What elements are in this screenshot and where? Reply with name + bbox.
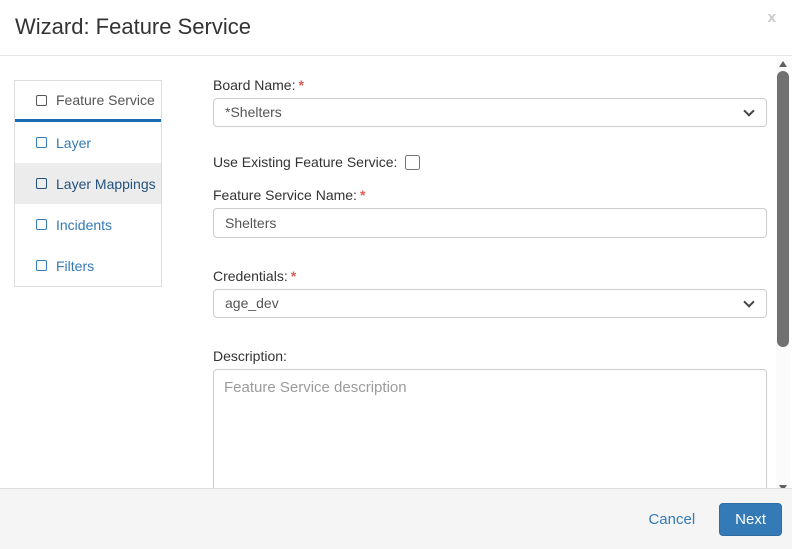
required-asterisk: * <box>298 77 304 93</box>
chevron-down-icon <box>743 296 755 308</box>
tab-label: Feature Service <box>56 92 155 108</box>
feature-service-name-label: Feature Service Name: * <box>213 187 366 203</box>
description-textarea[interactable] <box>213 369 767 488</box>
board-name-label: Board Name: * <box>213 77 304 93</box>
required-asterisk: * <box>359 187 366 203</box>
use-existing-group: Use Existing Feature Service: <box>213 154 767 170</box>
tab-layer-mappings[interactable]: Layer Mappings <box>15 163 161 204</box>
tab-label: Incidents <box>56 216 113 233</box>
dialog-title: Wizard: Feature Service <box>15 14 251 39</box>
board-name-selected-value: *Shelters <box>225 104 282 120</box>
tab-label: Filters <box>56 257 95 274</box>
dialog-footer: Cancel Next <box>0 488 792 549</box>
dialog-body: Feature Service Layer Layer Mappings Inc… <box>0 56 792 488</box>
checkbox-icon <box>36 178 47 189</box>
use-existing-label: Use Existing Feature Service: <box>213 154 398 170</box>
credentials-label: Credentials: * <box>213 268 297 284</box>
feature-service-name-input[interactable] <box>213 208 767 238</box>
description-group: Description: <box>213 348 767 488</box>
wizard-step-tabs: Feature Service Layer Layer Mappings Inc… <box>14 80 162 287</box>
board-name-select[interactable]: *Shelters <box>213 98 767 127</box>
checkbox-icon <box>36 94 47 106</box>
checkbox-icon <box>36 137 47 148</box>
feature-service-name-group: Feature Service Name: * <box>213 187 767 238</box>
tab-label: Layer Mappings <box>56 175 156 192</box>
checkbox-icon <box>36 219 47 230</box>
vertical-scrollbar[interactable] <box>776 58 790 488</box>
chevron-down-icon <box>743 105 755 117</box>
required-asterisk: * <box>290 268 297 284</box>
tab-label: Layer <box>56 134 92 151</box>
scrollbar-thumb[interactable] <box>777 71 789 347</box>
description-label: Description: <box>213 348 287 364</box>
wizard-dialog: Wizard: Feature Service x Feature Servic… <box>0 0 792 549</box>
tab-filters[interactable]: Filters <box>15 245 161 286</box>
scroll-up-icon[interactable] <box>779 61 787 67</box>
credentials-select[interactable]: age_dev <box>213 289 767 318</box>
credentials-group: Credentials: * age_dev <box>213 268 767 318</box>
cancel-button[interactable]: Cancel <box>648 511 695 528</box>
wizard-form: Board Name: * *Shelters Use Existing Feat… <box>213 77 767 488</box>
tab-layer[interactable]: Layer <box>15 122 161 163</box>
checkbox-icon <box>36 260 47 271</box>
close-icon[interactable]: x <box>768 10 776 25</box>
credentials-selected-value: age_dev <box>225 295 279 311</box>
tab-feature-service[interactable]: Feature Service <box>15 81 161 122</box>
next-button[interactable]: Next <box>719 502 782 536</box>
board-name-group: Board Name: * *Shelters <box>213 77 767 127</box>
use-existing-checkbox[interactable] <box>405 154 421 170</box>
dialog-header: Wizard: Feature Service x <box>0 0 792 56</box>
tab-incidents[interactable]: Incidents <box>15 204 161 245</box>
